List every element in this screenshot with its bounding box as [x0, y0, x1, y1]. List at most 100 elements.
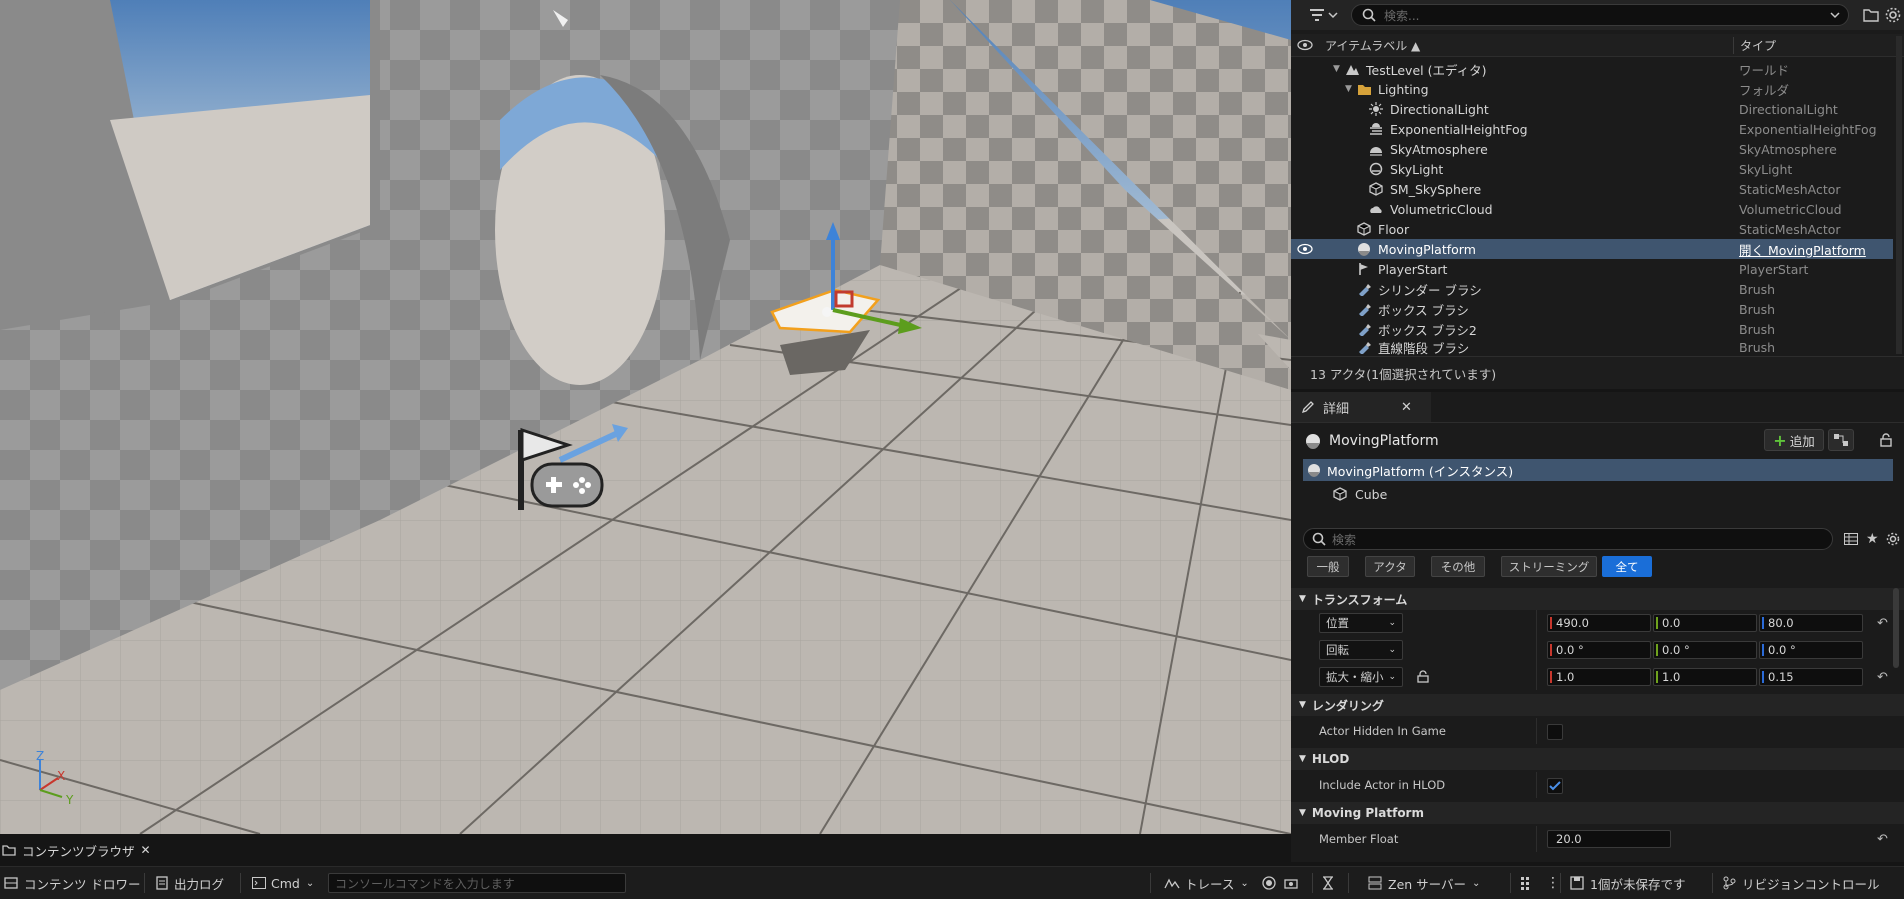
row-label: Floor [1378, 221, 1410, 237]
pencil-icon [1301, 401, 1314, 414]
member-float-input[interactable]: 20.0 [1547, 830, 1671, 848]
scale-x[interactable]: 1.0 [1547, 668, 1651, 686]
blueprint-button[interactable] [1828, 429, 1854, 451]
section-hlod[interactable]: ▼ HLOD [1291, 748, 1904, 770]
server-icon [1368, 876, 1382, 890]
scale-z[interactable]: 0.15 [1759, 668, 1863, 686]
component-row-cube[interactable]: Cube [1333, 483, 1387, 505]
eye-icon[interactable] [1297, 243, 1313, 255]
location-z[interactable]: 80.0 [1759, 614, 1863, 632]
star-icon[interactable]: ★ [1866, 531, 1879, 547]
details-scrollbar[interactable] [1893, 588, 1899, 668]
reset-icon[interactable]: ↶ [1877, 616, 1888, 631]
viewport-scene[interactable]: Z X Y [0, 0, 1291, 834]
location-y[interactable]: 0.0 [1653, 614, 1757, 632]
hourglass-icon[interactable] [1322, 867, 1334, 899]
revision-control-button[interactable]: リビジョンコントロール [1722, 867, 1880, 899]
more-icon[interactable]: ⋮ [1546, 867, 1560, 899]
outliner-row-world[interactable]: ▼ TestLevel (エディタ) ワールド [1291, 59, 1893, 79]
outliner-row-selected[interactable]: MovingPlatform 開く MovingPlatform [1291, 239, 1893, 259]
add-component-button[interactable]: + 追加 [1764, 429, 1824, 451]
outliner-row-actor[interactable]: シリンダー ブラシ Brush [1291, 279, 1893, 299]
column-label[interactable]: アイテムラベル ▲ [1325, 37, 1420, 54]
expand-arrow-icon[interactable]: ▼ [1345, 84, 1352, 94]
record-icon[interactable] [1262, 867, 1276, 899]
gear-icon[interactable] [1885, 7, 1901, 23]
location-dropdown[interactable]: 位置 ⌄ [1319, 613, 1403, 633]
expand-arrow-icon: ▼ [1299, 700, 1306, 710]
outliner-row-actor[interactable]: SkyAtmosphere SkyAtmosphere [1291, 139, 1893, 159]
outliner-row-actor[interactable]: SM_SkySphere StaticMeshActor [1291, 179, 1893, 199]
player-start-icon [1359, 263, 1368, 275]
row-type-link[interactable]: 開く MovingPlatform [1739, 240, 1866, 259]
outliner-search-input[interactable]: 検索... [1351, 4, 1849, 26]
column-type[interactable]: タイプ [1733, 36, 1776, 54]
console-input[interactable]: コンソールコマンドを入力します [328, 873, 626, 893]
tab-content-browser[interactable]: コンテンツブラウザ ✕ [0, 838, 151, 862]
row-label: DirectionalLight [1390, 101, 1489, 117]
actor-name[interactable]: MovingPlatform [1329, 433, 1439, 449]
gear-icon[interactable] [1886, 532, 1900, 546]
outliner-scrollbar[interactable] [1896, 36, 1902, 354]
reset-icon[interactable]: ↶ [1877, 670, 1888, 685]
expand-arrow-icon[interactable]: ▼ [1333, 64, 1340, 74]
section-transform[interactable]: ▼ トランスフォーム [1291, 588, 1904, 610]
include-hlod-checkbox[interactable] [1547, 778, 1563, 794]
reset-icon[interactable]: ↶ [1877, 832, 1888, 847]
outliner-row-actor[interactable]: ExponentialHeightFog ExponentialHeightFo… [1291, 119, 1893, 139]
outliner-row-actor[interactable]: PlayerStart PlayerStart [1291, 259, 1893, 279]
trace-dropdown[interactable]: トレース ⌄ [1164, 867, 1249, 899]
location-label: 位置 [1326, 616, 1349, 630]
actor-header: MovingPlatform [1305, 430, 1439, 452]
property-label: Member Float [1319, 832, 1399, 846]
details-search-input[interactable]: 検索 [1303, 528, 1833, 550]
filter-general[interactable]: 一般 [1307, 556, 1349, 577]
outliner-row-actor[interactable]: VolumetricCloud VolumetricCloud [1291, 199, 1893, 219]
unsaved-button[interactable]: 1個が未保存です [1570, 867, 1685, 899]
folder-add-icon[interactable] [1863, 7, 1879, 23]
zen-server-dropdown[interactable]: Zen サーバー ⌄ [1368, 867, 1480, 899]
outliner-row-actor[interactable]: ボックス ブラシ Brush [1291, 299, 1893, 319]
outliner-row-actor[interactable]: ボックス ブラシ2 Brush [1291, 319, 1893, 339]
level-viewport[interactable]: Z X Y [0, 0, 1291, 834]
filter-all[interactable]: 全て [1602, 556, 1652, 577]
cmd-dropdown[interactable]: Cmd ⌄ [252, 867, 314, 899]
outliner-row-actor[interactable]: SkyLight SkyLight [1291, 159, 1893, 179]
row-type: SkyLight [1739, 161, 1793, 177]
rotation-x[interactable]: 0.0 ° [1547, 641, 1651, 659]
lock-icon[interactable] [1880, 433, 1892, 447]
actor-hidden-checkbox[interactable] [1547, 724, 1563, 740]
outliner-row-actor[interactable]: 直線階段 ブラシ Brush [1291, 339, 1893, 355]
filter-button[interactable] [1309, 6, 1339, 24]
outliner-row-actor[interactable]: DirectionalLight DirectionalLight [1291, 99, 1893, 119]
property-label: Include Actor in HLOD [1319, 778, 1446, 792]
output-log-button[interactable]: 出力ログ [156, 867, 224, 899]
outliner-row-folder[interactable]: ▼ Lighting フォルダ [1291, 79, 1893, 99]
location-x[interactable]: 490.0 [1547, 614, 1651, 632]
table-view-icon[interactable] [1844, 533, 1858, 545]
close-icon[interactable]: ✕ [141, 843, 151, 857]
component-root-row[interactable]: MovingPlatform (インスタンス) [1303, 459, 1893, 481]
section-title: Moving Platform [1311, 806, 1424, 820]
row-label: TestLevel (エディタ) [1366, 62, 1487, 78]
static-mesh-icon [1369, 182, 1383, 196]
scale-dropdown[interactable]: 拡大・縮小 ⌄ [1319, 667, 1403, 687]
filter-actor[interactable]: アクタ [1365, 556, 1415, 577]
rotation-y[interactable]: 0.0 ° [1653, 641, 1757, 659]
rotation-dropdown[interactable]: 回転 ⌄ [1319, 640, 1403, 660]
rotation-z[interactable]: 0.0 ° [1759, 641, 1863, 659]
lock-icon[interactable] [1417, 670, 1429, 683]
filter-streaming[interactable]: ストリーミング [1501, 556, 1597, 577]
grid-icon[interactable] [1520, 867, 1534, 899]
section-moving-platform[interactable]: ▼ Moving Platform [1291, 802, 1904, 824]
close-icon[interactable]: ✕ [1401, 400, 1412, 415]
content-drawer-button[interactable]: コンテンツ ドロワー [4, 867, 140, 899]
tab-details[interactable]: 詳細 ✕ [1291, 392, 1431, 422]
eye-icon[interactable] [1297, 39, 1313, 51]
scale-y[interactable]: 1.0 [1653, 668, 1757, 686]
section-rendering[interactable]: ▼ レンダリング [1291, 694, 1904, 716]
filter-other[interactable]: その他 [1431, 556, 1485, 577]
member-float-row: Member Float 20.0 ↶ [1291, 826, 1904, 852]
camera-icon[interactable] [1284, 867, 1298, 899]
outliner-row-actor[interactable]: Floor StaticMeshActor [1291, 219, 1893, 239]
